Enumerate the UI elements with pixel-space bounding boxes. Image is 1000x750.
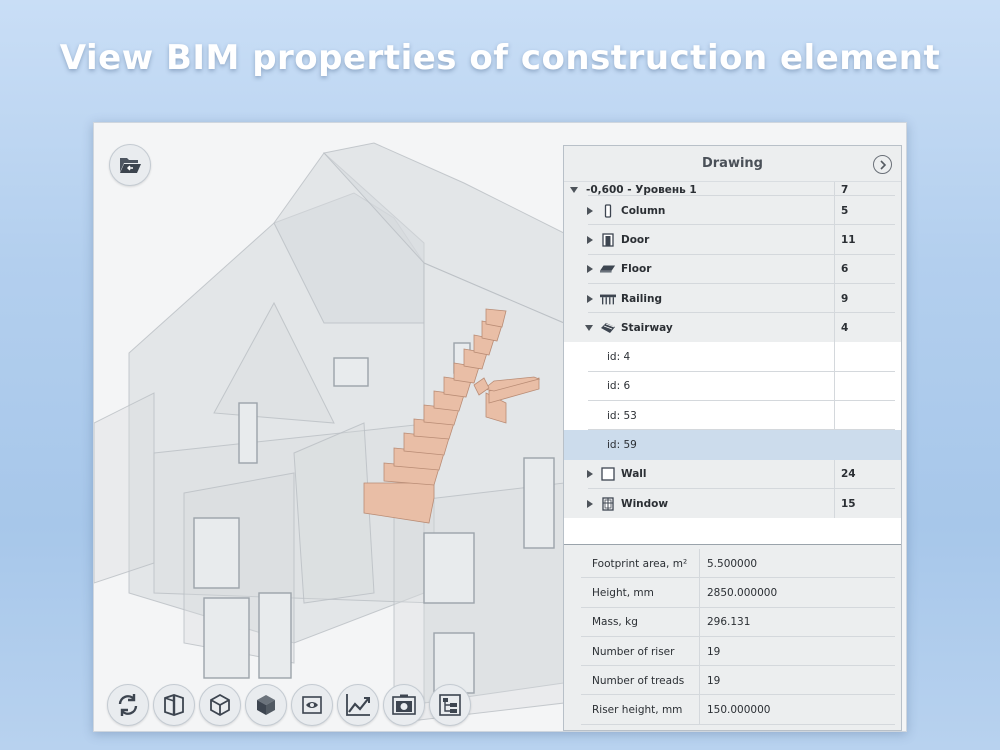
bim-viewer-window: Drawing -0,600 - Уровень 1 7 Column 5 Do… bbox=[93, 122, 907, 732]
headline: View BIM properties of construction elem… bbox=[59, 38, 941, 78]
stairway-icon bbox=[600, 321, 616, 335]
tree-row-count bbox=[834, 342, 901, 372]
chevron-right-icon bbox=[879, 159, 886, 170]
property-value: 150.000000 bbox=[699, 695, 770, 725]
tree-row-count: 24 bbox=[834, 459, 901, 489]
tree-row-count: 5 bbox=[834, 196, 901, 226]
tree-row-label: Column bbox=[621, 204, 666, 217]
tree-row-level[interactable]: -0,600 - Уровень 1 7 bbox=[564, 182, 901, 196]
property-row: Number of treads 19 bbox=[564, 666, 901, 696]
property-name: Number of riser bbox=[592, 645, 675, 658]
tree-row-label: id: 6 bbox=[607, 380, 631, 393]
tree-row-label: id: 59 bbox=[607, 439, 637, 452]
tree-row-count: 9 bbox=[834, 283, 901, 314]
tree-row-label: Wall bbox=[621, 468, 647, 481]
rotate-button[interactable] bbox=[107, 684, 149, 726]
tree-row-stairway-id-6[interactable]: id: 6 bbox=[564, 371, 901, 402]
tree-row-label: id: 53 bbox=[607, 409, 637, 422]
property-name: Number of treads bbox=[592, 674, 685, 687]
property-name: Riser height, mm bbox=[592, 704, 683, 717]
collapsed-arrow-icon bbox=[587, 265, 593, 274]
chart-button[interactable] bbox=[337, 684, 379, 726]
property-name: Height, mm bbox=[592, 586, 654, 599]
collapsed-arrow-icon bbox=[587, 499, 593, 508]
property-value: 19 bbox=[699, 666, 720, 696]
property-row: Height, mm 2850.000000 bbox=[564, 578, 901, 608]
property-value: 2850.000000 bbox=[699, 578, 777, 608]
section-icon bbox=[164, 694, 184, 716]
wall-icon bbox=[600, 467, 616, 481]
collapsed-arrow-icon bbox=[587, 294, 593, 303]
section-view-button[interactable] bbox=[153, 684, 195, 726]
collapsed-arrow-icon bbox=[587, 206, 593, 215]
panel-header: Drawing bbox=[564, 146, 901, 182]
tree-row-count: 4 bbox=[834, 313, 901, 343]
visibility-eye-icon bbox=[302, 696, 322, 714]
tree-row-count: 7 bbox=[834, 182, 901, 196]
property-row: Footprint area, m² 5.500000 bbox=[564, 549, 901, 579]
model-tree-button[interactable] bbox=[429, 684, 471, 726]
tree-row-label: id: 4 bbox=[607, 351, 631, 364]
solid-view-button[interactable] bbox=[245, 684, 287, 726]
tree-row-label: Railing bbox=[621, 292, 662, 305]
panel-title: Drawing bbox=[701, 156, 763, 171]
rotate-icon bbox=[118, 694, 138, 716]
solid-cube-icon bbox=[257, 695, 275, 715]
property-value: 5.500000 bbox=[699, 549, 757, 579]
folder-open-icon bbox=[120, 158, 141, 173]
tree-row-wall[interactable]: Wall 24 bbox=[564, 459, 901, 489]
tree-row-window[interactable]: Window 15 bbox=[564, 488, 901, 519]
tree-row-count: 15 bbox=[834, 488, 901, 519]
open-file-button[interactable] bbox=[109, 144, 151, 186]
drawing-panel: Drawing -0,600 - Уровень 1 7 Column 5 Do… bbox=[563, 145, 902, 731]
bottom-toolbar bbox=[107, 684, 471, 728]
properties-table: Footprint area, m² 5.500000 Height, mm 2… bbox=[564, 544, 901, 730]
tree-row-door[interactable]: Door 11 bbox=[564, 225, 901, 255]
railing-icon bbox=[600, 292, 616, 306]
property-value: 296.131 bbox=[699, 607, 750, 637]
model-tree: -0,600 - Уровень 1 7 Column 5 Door 11 Fl… bbox=[564, 182, 901, 544]
tree-row-count: 6 bbox=[834, 254, 901, 284]
visibility-button[interactable] bbox=[291, 684, 333, 726]
tree-row-count bbox=[834, 371, 901, 402]
collapsed-arrow-icon bbox=[587, 470, 593, 479]
wireframe-cube-icon bbox=[210, 693, 230, 717]
collapsed-arrow-icon bbox=[587, 235, 593, 244]
tree-row-count: 11 bbox=[834, 225, 901, 255]
wireframe-view-button[interactable] bbox=[199, 684, 241, 726]
property-row: Number of riser 19 bbox=[564, 636, 901, 667]
property-name: Footprint area, m² bbox=[592, 557, 688, 570]
door-icon bbox=[600, 233, 616, 247]
property-row: Riser height, mm 150.000000 bbox=[564, 695, 901, 725]
tree-row-stairway-id-53[interactable]: id: 53 bbox=[564, 401, 901, 431]
chart-icon bbox=[346, 694, 370, 716]
tree-row-label: Door bbox=[621, 233, 650, 246]
panel-forward-button[interactable] bbox=[873, 155, 892, 174]
tree-row-railing[interactable]: Railing 9 bbox=[564, 283, 901, 314]
property-row: Mass, kg 296.131 bbox=[564, 607, 901, 637]
camera-icon bbox=[392, 694, 416, 715]
tree-structure-icon bbox=[439, 694, 461, 716]
tree-row-label: Stairway bbox=[621, 321, 673, 334]
tree-row-stairway-id-4[interactable]: id: 4 bbox=[564, 342, 901, 372]
window-icon bbox=[600, 496, 616, 511]
tree-row-stairway[interactable]: Stairway 4 bbox=[564, 313, 901, 343]
tree-row-column[interactable]: Column 5 bbox=[564, 196, 901, 226]
expanded-arrow-icon bbox=[585, 324, 593, 331]
tree-row-label: Window bbox=[621, 497, 669, 510]
tree-row-floor[interactable]: Floor 6 bbox=[564, 254, 901, 284]
tree-row-count bbox=[834, 401, 901, 431]
property-name: Mass, kg bbox=[592, 616, 638, 629]
tree-row-stairway-id-59-selected[interactable]: id: 59 bbox=[564, 430, 901, 460]
house-model bbox=[94, 142, 565, 724]
property-value: 19 bbox=[699, 636, 720, 667]
tree-row-count bbox=[834, 430, 901, 459]
screenshot-button[interactable] bbox=[383, 684, 425, 726]
expanded-arrow-icon bbox=[570, 187, 578, 193]
tree-row-label: Floor bbox=[621, 263, 652, 276]
column-icon bbox=[600, 203, 616, 218]
floor-icon bbox=[600, 262, 616, 276]
